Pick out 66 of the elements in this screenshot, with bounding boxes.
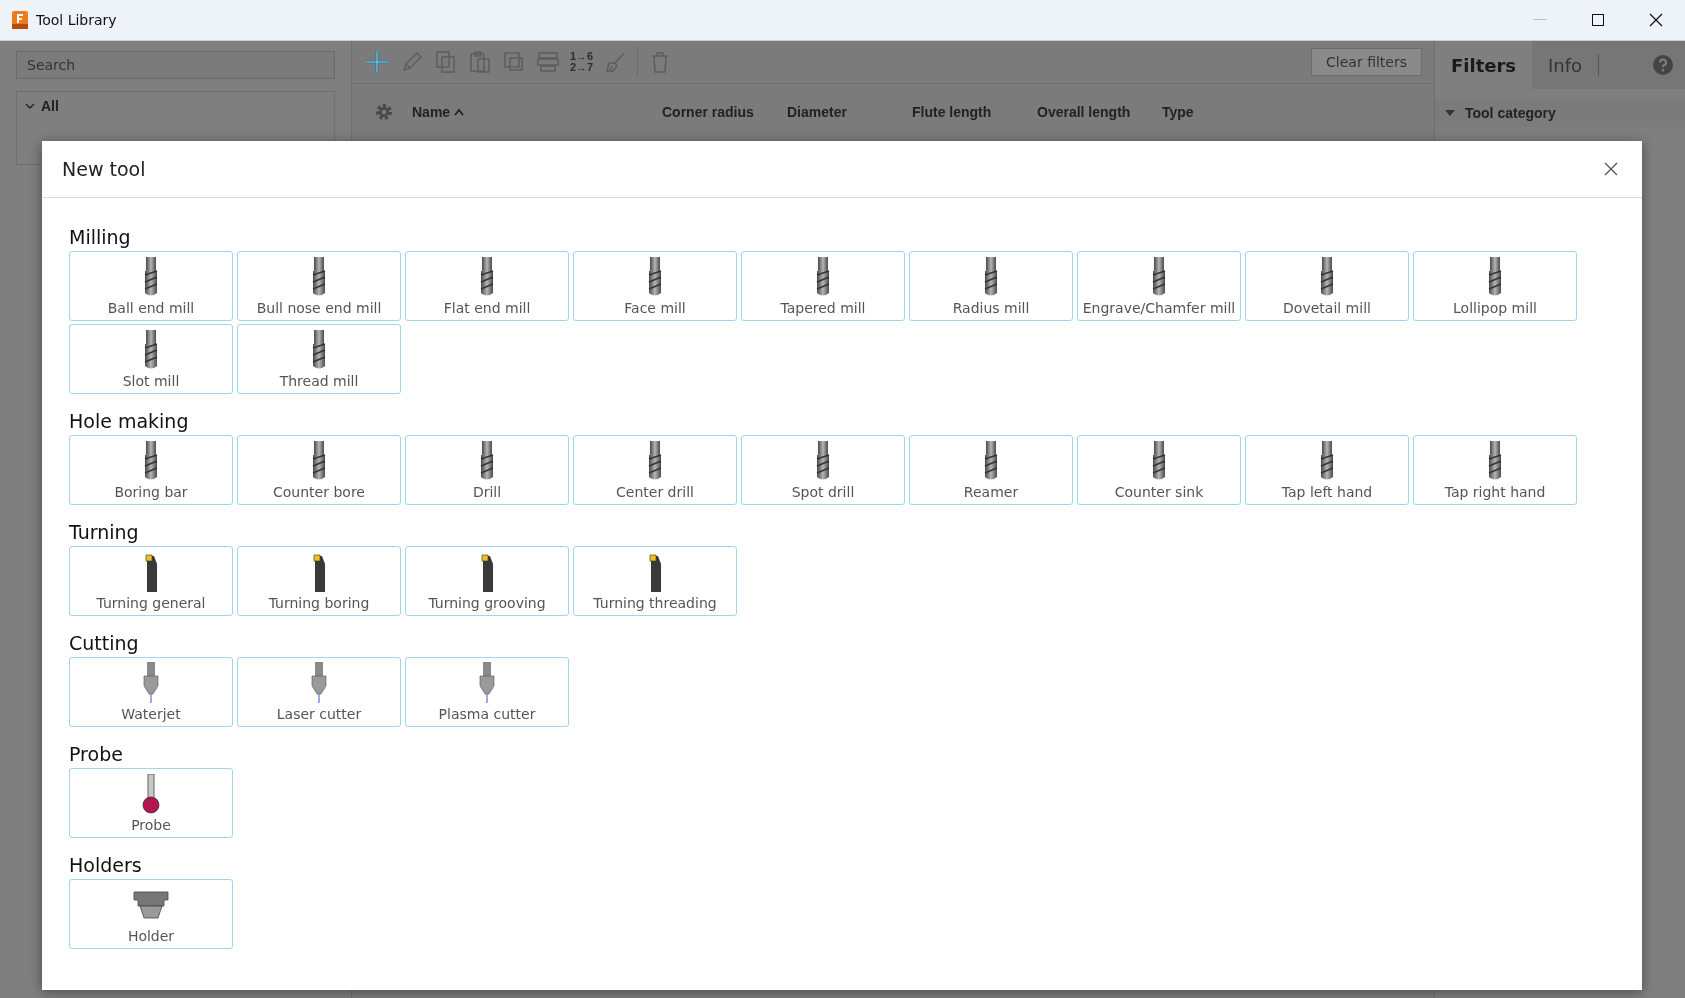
nozzle-icon	[309, 662, 329, 704]
window-title: Tool Library	[36, 12, 118, 28]
tool-type-button[interactable]: Holder	[69, 879, 233, 949]
tool-type-button[interactable]: Thread mill	[237, 324, 401, 394]
tool-type-button[interactable]: Probe	[69, 768, 233, 838]
tool-type-button[interactable]: Laser cutter	[237, 657, 401, 727]
tool-type-button[interactable]: Face mill	[573, 251, 737, 321]
section-heading: Milling	[69, 225, 131, 249]
paste-icon[interactable]	[468, 50, 492, 74]
copy-icon[interactable]	[434, 50, 458, 74]
search-field[interactable]: Search	[16, 51, 335, 79]
tool-type-button[interactable]: Lollipop mill	[1413, 251, 1577, 321]
nozzle-icon	[477, 662, 497, 704]
broom-icon[interactable]	[603, 50, 628, 74]
tool-type-button[interactable]: Ball end mill	[69, 251, 233, 321]
section-heading: Holders	[69, 853, 142, 877]
holder-icon	[131, 890, 171, 920]
duplicate-icon[interactable]	[502, 50, 526, 74]
tool-type-button[interactable]: Reamer	[909, 435, 1073, 505]
help-icon[interactable]	[1653, 55, 1673, 75]
dialog-title: New tool	[62, 158, 146, 180]
tool-type-button[interactable]: Turning general	[69, 546, 233, 616]
app-logo-icon	[12, 11, 28, 29]
tool-type-button[interactable]: Engrave/Chamfer mill	[1077, 251, 1241, 321]
pencil-icon[interactable]	[400, 50, 424, 74]
tool-type-button[interactable]: Slot mill	[69, 324, 233, 394]
column-header[interactable]: Corner radius	[662, 104, 787, 120]
close-icon[interactable]	[1649, 13, 1663, 27]
section-heading: Cutting	[69, 631, 139, 655]
tool-type-button[interactable]: Counter sink	[1077, 435, 1241, 505]
tool-type-button[interactable]: Radius mill	[909, 251, 1073, 321]
tool-type-button[interactable]: Tap right hand	[1413, 435, 1577, 505]
column-header[interactable]: Type	[1162, 104, 1252, 120]
tool-type-button[interactable]: Center drill	[573, 435, 737, 505]
tool-type-button[interactable]: Waterjet	[69, 657, 233, 727]
tool-type-button[interactable]: Flat end mill	[405, 251, 569, 321]
tool-type-button[interactable]: Turning grooving	[405, 546, 569, 616]
tool-type-button[interactable]: Tapered mill	[741, 251, 905, 321]
tool-type-button[interactable]: Plasma cutter	[405, 657, 569, 727]
nozzle-icon	[141, 662, 161, 704]
tool-type-button[interactable]: Spot drill	[741, 435, 905, 505]
section-heading: Hole making	[69, 409, 189, 433]
tool-type-button[interactable]: Counter bore	[237, 435, 401, 505]
column-header[interactable]: Name	[412, 104, 662, 120]
tree-item[interactable]: All	[25, 98, 59, 114]
probe-icon	[141, 774, 161, 814]
maximize-icon[interactable]	[1592, 14, 1604, 26]
column-header[interactable]: Flute length	[912, 104, 1037, 120]
column-header[interactable]: Overall length	[1037, 104, 1162, 120]
settings-icon[interactable]	[374, 102, 394, 122]
section-heading: Turning	[69, 520, 139, 544]
tool-type-button[interactable]: Drill	[405, 435, 569, 505]
close-icon[interactable]	[1604, 162, 1618, 176]
minimize-icon[interactable]	[1534, 19, 1546, 21]
tool-type-button[interactable]: Dovetail mill	[1245, 251, 1409, 321]
column-header[interactable]: Diameter	[787, 104, 912, 120]
stack-icon[interactable]	[536, 50, 560, 74]
tool-type-button[interactable]: Boring bar	[69, 435, 233, 505]
tool-type-button[interactable]: Tap left hand	[1245, 435, 1409, 505]
add-icon[interactable]	[364, 49, 390, 75]
tool-type-button[interactable]: Turning threading	[573, 546, 737, 616]
section-heading: Probe	[69, 742, 123, 766]
panel-tab[interactable]: Filters	[1435, 41, 1533, 89]
tool-type-button[interactable]: Bull nose end mill	[237, 251, 401, 321]
tool-type-button[interactable]: Turning boring	[237, 546, 401, 616]
filter-section-header[interactable]: Tool category	[1435, 99, 1685, 127]
